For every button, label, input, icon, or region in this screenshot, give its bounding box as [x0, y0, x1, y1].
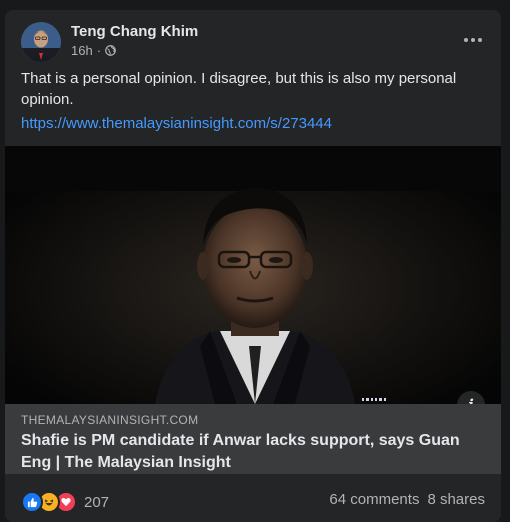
like-reaction-icon [21, 491, 43, 513]
reaction-count[interactable]: 207 [84, 494, 109, 511]
avatar[interactable] [21, 22, 61, 62]
more-dot-icon [464, 38, 468, 42]
post-header: Teng Chang Khim 16h · [5, 10, 501, 66]
more-dot-icon [478, 38, 482, 42]
author-name[interactable]: Teng Chang Khim [71, 23, 198, 40]
more-options-button[interactable] [455, 26, 491, 54]
link-preview-image[interactable] [5, 146, 501, 404]
post-meta: 16h · [71, 43, 116, 58]
engagement-counts: 64 comments 8 shares [329, 491, 485, 508]
avatar-image [21, 22, 61, 62]
shares-count[interactable]: 8 shares [427, 491, 485, 508]
globe-icon[interactable] [105, 45, 116, 56]
image-dots-indicator [362, 398, 386, 402]
post-time[interactable]: 16h [71, 43, 93, 58]
post-text: That is a personal opinion. I disagree, … [21, 70, 457, 108]
post-link[interactable]: https://www.themalaysianinsight.com/s/27… [21, 115, 332, 132]
preview-title[interactable]: Shafie is PM candidate if Anwar lacks su… [21, 430, 481, 474]
reactions-summary[interactable]: 207 [21, 491, 109, 513]
post-card: Teng Chang Khim 16h · That is a personal… [5, 10, 501, 522]
preview-photo [5, 146, 501, 404]
more-dot-icon [471, 38, 475, 42]
comments-count[interactable]: 64 comments [329, 491, 419, 508]
meta-separator: · [96, 43, 102, 58]
preview-domain: THEMALAYSIANINSIGHT.COM [21, 413, 199, 427]
post-footer: 207 64 comments 8 shares [5, 488, 501, 513]
